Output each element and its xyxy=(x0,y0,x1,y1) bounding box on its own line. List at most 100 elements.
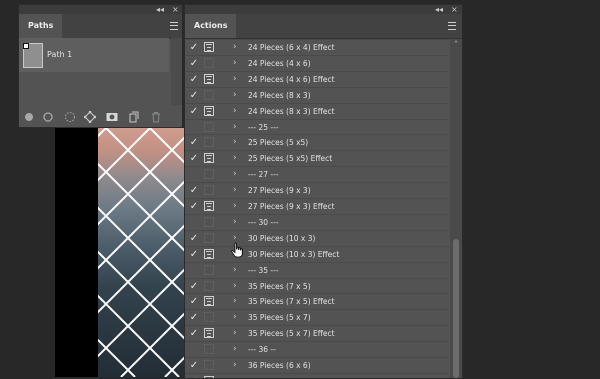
toggle-item-checkbox[interactable]: ✓ xyxy=(188,326,200,341)
toggle-item-checkbox[interactable]: ✓ xyxy=(188,56,200,71)
panel-menu-icon[interactable] xyxy=(170,22,178,30)
toggle-dialog-icon[interactable] xyxy=(204,57,214,68)
actions-scrollbar[interactable]: ˄ xyxy=(450,39,462,378)
close-panel-icon[interactable]: × xyxy=(172,5,179,14)
action-row[interactable]: ✓ › 24 Pieces (8 x 3) xyxy=(185,86,449,103)
collapse-panel-icon[interactable]: ◂◂ xyxy=(435,5,443,14)
expand-arrow-icon[interactable]: › xyxy=(233,72,237,87)
toggle-item-checkbox[interactable] xyxy=(188,342,200,357)
toggle-dialog-icon[interactable] xyxy=(204,328,214,339)
toggle-item-checkbox[interactable] xyxy=(188,120,200,135)
close-panel-icon[interactable]: × xyxy=(451,5,458,14)
expand-arrow-icon[interactable]: › xyxy=(233,279,237,294)
expand-arrow-icon[interactable]: › xyxy=(233,342,237,357)
action-row[interactable]: ✓ › 36 Pieces (6 x 6) xyxy=(185,357,449,372)
action-row[interactable]: › --- 35 --- xyxy=(185,261,449,278)
tab-paths[interactable]: Paths xyxy=(19,14,63,38)
toggle-item-checkbox[interactable]: ✓ xyxy=(188,72,200,87)
action-row[interactable]: ✓ › 25 Pieces (5 x5) Effect xyxy=(185,150,449,165)
action-row[interactable]: ✓ › 35 Pieces (5 x 7) xyxy=(185,309,449,324)
toggle-dialog-icon[interactable] xyxy=(204,185,214,196)
action-row[interactable]: ✓ › 24 Pieces (4 x 6) xyxy=(185,54,449,71)
toggle-dialog-icon[interactable] xyxy=(204,264,214,275)
expand-arrow-icon[interactable]: › xyxy=(233,183,237,198)
action-row[interactable]: ✓ › 35 Pieces (7 x 5) Effect xyxy=(185,293,449,308)
toggle-dialog-icon[interactable] xyxy=(204,121,214,132)
toggle-dialog-icon[interactable] xyxy=(204,42,214,52)
expand-arrow-icon[interactable]: › xyxy=(233,167,237,182)
action-row[interactable]: ✓ › 27 Pieces (9 x 3) xyxy=(185,182,449,197)
expand-arrow-icon[interactable]: › xyxy=(233,294,237,309)
path-item[interactable]: Path 1 xyxy=(19,38,169,72)
expand-arrow-icon[interactable]: › xyxy=(233,88,237,103)
action-row[interactable]: ✓ › 35 Pieces (5 x 7) Effect xyxy=(185,325,449,340)
toggle-dialog-icon[interactable] xyxy=(204,280,214,291)
expand-arrow-icon[interactable]: › xyxy=(233,56,237,71)
expand-arrow-icon[interactable]: › xyxy=(233,310,237,325)
toggle-dialog-icon[interactable] xyxy=(204,89,214,100)
toggle-item-checkbox[interactable]: ✓ xyxy=(188,88,200,103)
toggle-item-checkbox[interactable] xyxy=(188,215,200,230)
toggle-dialog-icon[interactable] xyxy=(204,360,214,370)
toggle-dialog-icon[interactable] xyxy=(204,105,214,116)
expand-arrow-icon[interactable]: › xyxy=(233,199,237,214)
toggle-item-checkbox[interactable]: ✓ xyxy=(188,199,200,214)
toggle-dialog-icon[interactable] xyxy=(204,232,214,243)
expand-arrow-icon[interactable]: › xyxy=(233,374,237,378)
toggle-dialog-icon[interactable] xyxy=(204,73,214,84)
action-row[interactable]: ✓ › 24 Pieces (6 x 4) Effect xyxy=(185,39,449,54)
make-work-path-icon[interactable] xyxy=(83,110,97,124)
expand-arrow-icon[interactable]: › xyxy=(233,40,237,55)
toggle-item-checkbox[interactable]: ✓ xyxy=(188,247,200,262)
action-row[interactable]: ✓ › 24 Pieces (8 x 3) Effect xyxy=(185,102,449,119)
expand-arrow-icon[interactable]: › xyxy=(233,135,237,150)
expand-arrow-icon[interactable]: › xyxy=(233,151,237,166)
toggle-item-checkbox[interactable]: ✓ xyxy=(188,40,200,55)
toggle-dialog-icon[interactable] xyxy=(204,248,214,259)
expand-arrow-icon[interactable]: › xyxy=(233,120,237,135)
toggle-dialog-icon[interactable] xyxy=(204,153,214,164)
toggle-item-checkbox[interactable]: ✓ xyxy=(188,231,200,246)
action-row[interactable]: ✓ › 27 Pieces (9 x 3) Effect xyxy=(185,198,449,213)
toggle-dialog-icon[interactable] xyxy=(204,296,214,307)
toggle-item-checkbox[interactable]: ✓ xyxy=(188,183,200,198)
toggle-dialog-icon[interactable] xyxy=(204,169,214,180)
toggle-item-checkbox[interactable]: ✓ xyxy=(188,374,200,378)
new-path-icon[interactable] xyxy=(127,110,141,124)
toggle-item-checkbox[interactable]: ✓ xyxy=(188,104,200,119)
toggle-dialog-icon[interactable] xyxy=(204,344,214,355)
scroll-thumb[interactable] xyxy=(453,239,459,378)
expand-arrow-icon[interactable]: › xyxy=(233,215,237,230)
toggle-dialog-icon[interactable] xyxy=(204,216,214,227)
expand-arrow-icon[interactable]: › xyxy=(233,104,237,119)
action-row[interactable]: ✓ › 25 Pieces (5 x5) xyxy=(185,134,449,149)
toggle-dialog-icon[interactable] xyxy=(204,137,214,148)
action-row[interactable]: ✓ › 36 Pieces (6 x 6) Effect xyxy=(185,372,449,378)
toggle-item-checkbox[interactable]: ✓ xyxy=(188,294,200,309)
action-row[interactable]: ✓ › 35 Pieces (7 x 5) xyxy=(185,277,449,294)
expand-arrow-icon[interactable]: › xyxy=(233,326,237,341)
action-row[interactable]: › --- 25 --- xyxy=(185,118,449,135)
toggle-item-checkbox[interactable] xyxy=(188,263,200,278)
toggle-item-checkbox[interactable]: ✓ xyxy=(188,358,200,373)
paths-scrollbar[interactable] xyxy=(171,38,182,105)
toggle-item-checkbox[interactable]: ✓ xyxy=(188,135,200,150)
collapse-panel-icon[interactable]: ◂◂ xyxy=(156,5,164,14)
action-row[interactable]: ✓›30 Pieces (10 x 3) Effect xyxy=(185,245,449,262)
panel-menu-icon[interactable] xyxy=(448,22,456,30)
toggle-dialog-icon[interactable] xyxy=(204,201,214,211)
action-row[interactable]: ✓ › 24 Pieces (4 x 6) Effect xyxy=(185,70,449,87)
expand-arrow-icon[interactable]: › xyxy=(233,358,237,373)
toggle-item-checkbox[interactable] xyxy=(188,167,200,182)
load-selection-icon[interactable] xyxy=(63,110,77,124)
expand-arrow-icon[interactable]: › xyxy=(233,263,237,278)
toggle-item-checkbox[interactable]: ✓ xyxy=(188,310,200,325)
add-mask-icon[interactable] xyxy=(105,110,119,124)
toggle-item-checkbox[interactable]: ✓ xyxy=(188,151,200,166)
stroke-path-icon[interactable] xyxy=(41,110,55,124)
tab-actions[interactable]: Actions xyxy=(185,14,237,38)
toggle-item-checkbox[interactable]: ✓ xyxy=(188,279,200,294)
fill-path-icon[interactable] xyxy=(22,110,36,124)
action-row[interactable]: ✓ › 30 Pieces (10 x 3) xyxy=(185,229,449,246)
action-row[interactable]: › --- 27 --- xyxy=(185,166,449,181)
